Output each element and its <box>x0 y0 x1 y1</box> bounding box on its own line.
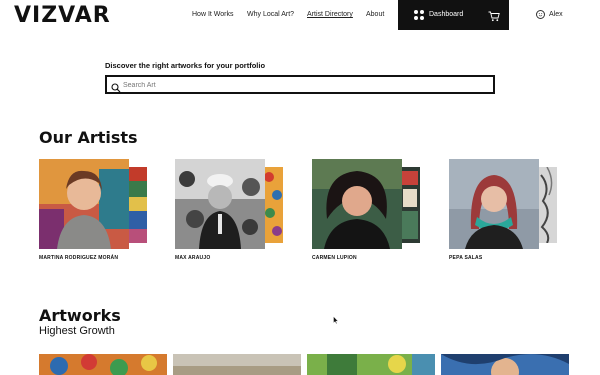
artist-name: PEPA SALAS <box>449 255 483 261</box>
artist-name: CARMEN LUPION <box>312 255 357 261</box>
top-navigation-bar: VIZVAR How It Works Why Local Art? Artis… <box>0 0 600 30</box>
dashboard-button[interactable]: Dashboard <box>398 0 509 30</box>
user-name: Alex <box>549 11 563 18</box>
search-heading: Discover the right artworks for your por… <box>105 61 266 70</box>
artist-artwork-thumbnail <box>537 166 557 244</box>
nav-how-it-works[interactable]: How It Works <box>192 11 234 18</box>
search-box <box>105 75 495 94</box>
artist-name: MAX ARAUJO <box>175 255 211 261</box>
artist-artwork-thumbnail <box>263 167 283 243</box>
dashboard-label: Dashboard <box>429 11 464 18</box>
artwork-thumbnail[interactable] <box>307 354 435 375</box>
dashboard-grid-icon <box>414 10 424 20</box>
artist-card[interactable]: MARTINA RODRIGUEZ MORÁN <box>39 159 154 263</box>
user-smiley-icon <box>536 10 545 19</box>
artist-card[interactable]: CARMEN LUPION <box>312 159 427 263</box>
mouse-cursor-icon <box>333 311 339 325</box>
search-input[interactable] <box>123 80 483 91</box>
nav-about[interactable]: About <box>366 11 384 18</box>
search-icon <box>111 80 121 93</box>
artists-section-title: Our Artists <box>39 128 138 147</box>
artist-photo <box>175 159 265 249</box>
nav-artist-directory[interactable]: Artist Directory <box>307 11 353 18</box>
cart-icon[interactable] <box>488 9 500 22</box>
artist-photo <box>312 159 402 249</box>
artwork-thumbnail[interactable] <box>441 354 569 375</box>
brand-logo[interactable]: VIZVAR <box>14 3 111 28</box>
artworks-section-title: Artworks <box>39 306 121 325</box>
artworks-section-subtitle: Highest Growth <box>39 325 115 337</box>
artwork-thumbnail[interactable] <box>39 354 167 375</box>
artwork-thumbnail[interactable] <box>173 354 301 375</box>
nav-why-local-art[interactable]: Why Local Art? <box>247 11 294 18</box>
artist-card[interactable]: PEPA SALAS <box>449 159 564 263</box>
artist-photo <box>449 159 539 249</box>
artist-name: MARTINA RODRIGUEZ MORÁN <box>39 255 119 261</box>
artist-artwork-thumbnail <box>400 167 420 243</box>
artist-photo <box>39 159 129 249</box>
artist-card[interactable]: MAX ARAUJO <box>175 159 290 263</box>
artist-artwork-thumbnail <box>127 167 147 243</box>
